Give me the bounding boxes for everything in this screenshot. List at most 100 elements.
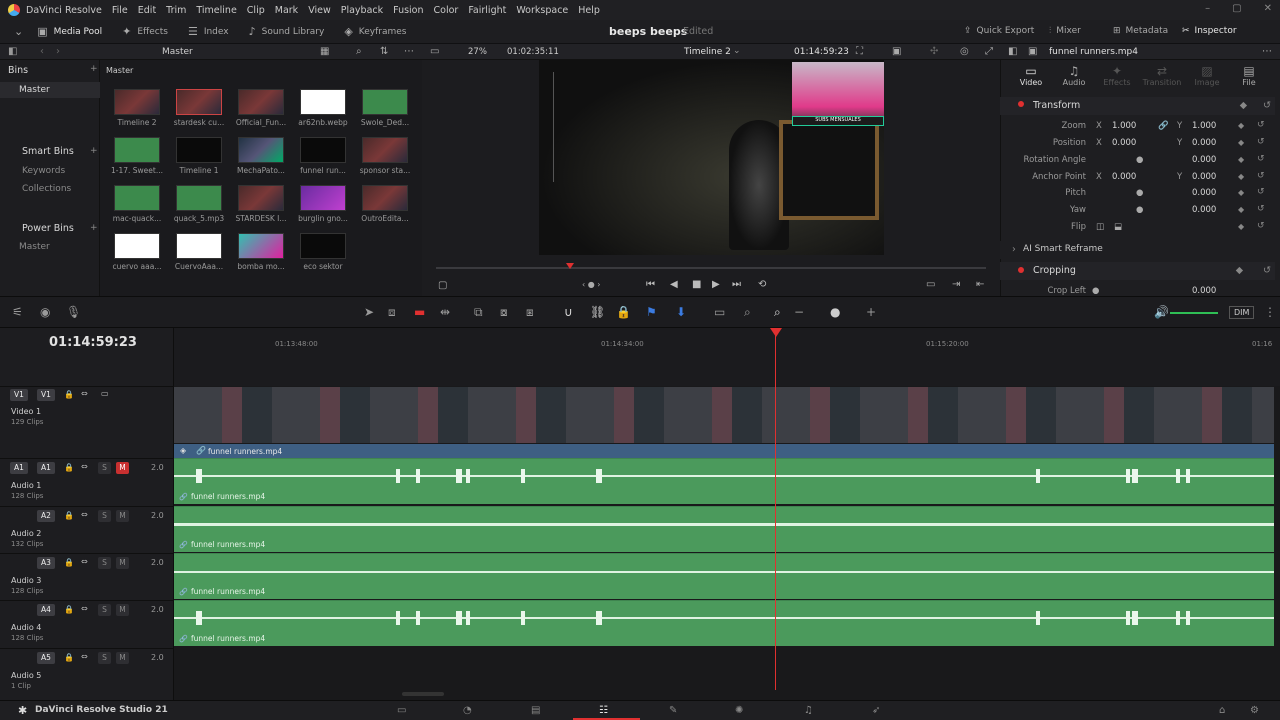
- media-clip[interactable]: OutroEdita...: [354, 185, 416, 223]
- cropping-keyframe-icon[interactable]: ◆: [1236, 265, 1243, 276]
- destination-patch[interactable]: A4: [37, 604, 55, 616]
- cropping-section[interactable]: Cropping ◆ ↺: [1000, 262, 1275, 280]
- media-pool-button[interactable]: ▣ Media Pool: [37, 25, 102, 38]
- smart-bin-collections[interactable]: Collections: [22, 184, 71, 194]
- fusion-page-icon[interactable]: ✎: [669, 705, 677, 716]
- position-x-field[interactable]: 0.000: [1112, 138, 1136, 148]
- tab-effects[interactable]: ✦ Effects: [1095, 64, 1139, 87]
- media-page-icon[interactable]: ▭: [397, 705, 406, 716]
- smart-bin-keywords[interactable]: Keywords: [22, 166, 65, 176]
- media-clip[interactable]: CuervoAaa...: [168, 233, 230, 271]
- anchor-x-field[interactable]: 0.000: [1112, 172, 1136, 182]
- solo-button[interactable]: S: [98, 462, 111, 474]
- sync-page-icon[interactable]: ▤: [531, 705, 540, 716]
- audio-clip[interactable]: funnel runners.mp4 🔗: [174, 458, 1274, 504]
- menu-workspace[interactable]: Workspace: [516, 5, 568, 16]
- edit-page-icon[interactable]: ☷: [599, 705, 608, 716]
- reset-icon[interactable]: ↺: [1257, 221, 1265, 231]
- add-smart-bin-icon[interactable]: +: [90, 146, 98, 156]
- settings-gear-icon[interactable]: ⚙: [1250, 705, 1259, 716]
- lock-icon[interactable]: 🔒: [64, 653, 74, 662]
- voiceover-icon[interactable]: 🎙: [66, 305, 81, 319]
- lock-icon[interactable]: 🔒: [64, 511, 74, 520]
- crop-left-slider[interactable]: ●: [1092, 286, 1099, 296]
- crop-left-field[interactable]: 0.000: [1192, 286, 1216, 296]
- effects-button[interactable]: ✦ Effects: [122, 25, 168, 38]
- output-icon[interactable]: ▣: [892, 46, 901, 57]
- auto-select-icon[interactable]: ⇔: [81, 510, 88, 519]
- add-bin-icon[interactable]: +: [90, 64, 98, 74]
- transform-icon[interactable]: ▢: [438, 280, 447, 291]
- playhead-handle[interactable]: [770, 328, 782, 337]
- volume-icon[interactable]: 🔊: [1154, 305, 1169, 319]
- overlay-icon[interactable]: ✣: [930, 46, 938, 57]
- inspector-button[interactable]: ✂ Inspector: [1182, 26, 1237, 36]
- fullscreen-icon[interactable]: ⤢: [985, 46, 993, 57]
- menu-edit[interactable]: Edit: [138, 5, 156, 16]
- media-clip[interactable]: MechaPato...: [230, 137, 292, 175]
- viewer-layout-icon[interactable]: ▭: [430, 46, 439, 57]
- link-icon[interactable]: 🔗: [1158, 121, 1169, 131]
- loop-icon[interactable]: ⟲: [758, 279, 766, 290]
- quick-export-button[interactable]: ⇪ Quick Export: [964, 26, 1034, 36]
- lock-icon[interactable]: 🔒: [64, 463, 74, 472]
- timeline-ruler[interactable]: 01:13:48:00 01:14:34:00 01:15:20:00 01:1…: [174, 328, 1280, 386]
- skip-end-icon[interactable]: ⏭: [732, 279, 741, 290]
- playhead[interactable]: [775, 331, 776, 690]
- audio-clip[interactable]: funnel runners.mp4 🔗: [174, 553, 1274, 599]
- reset-icon[interactable]: ↺: [1257, 137, 1265, 147]
- video-clip-strip[interactable]: [174, 387, 1274, 443]
- bypass-icon[interactable]: ◎: [960, 46, 969, 57]
- full-extent-zoom-icon[interactable]: ▭: [714, 305, 725, 319]
- sound-library-button[interactable]: ♪ Sound Library: [249, 25, 325, 38]
- pitch-slider[interactable]: ●: [1136, 188, 1143, 198]
- keyframe-diamond-icon[interactable]: ◆: [1240, 100, 1247, 111]
- sort-icon[interactable]: ⇅: [380, 46, 388, 57]
- tab-file[interactable]: ▤ File: [1227, 64, 1271, 87]
- inspector-panel-icon[interactable]: ◧: [1008, 46, 1017, 57]
- skip-start-icon[interactable]: ⏮: [646, 279, 655, 290]
- menu-fairlight[interactable]: Fairlight: [468, 5, 506, 16]
- media-clip[interactable]: ar62nb.webp: [292, 89, 354, 127]
- detail-zoom-icon[interactable]: ⌕: [744, 305, 751, 320]
- jog-icon[interactable]: ‹ ● ›: [582, 280, 600, 289]
- media-clip[interactable]: STARDESK I...: [230, 185, 292, 223]
- rotation-field[interactable]: 0.000: [1192, 155, 1216, 165]
- prev-edit-icon[interactable]: ⇤: [976, 279, 984, 290]
- keyframe-diamond-icon[interactable]: ◆: [1238, 222, 1244, 231]
- solo-button[interactable]: S: [98, 510, 111, 522]
- mute-button[interactable]: M: [116, 510, 129, 522]
- media-clip[interactable]: mac-quack...: [106, 185, 168, 223]
- scrubber-playhead[interactable]: [566, 263, 574, 269]
- cut-page-icon[interactable]: ◔: [463, 705, 472, 716]
- mute-button[interactable]: M: [116, 652, 129, 664]
- minimize-icon[interactable]: –: [1205, 3, 1210, 14]
- fairlight-page-icon[interactable]: ♫: [804, 705, 813, 716]
- tab-video[interactable]: ▭ Video: [1009, 64, 1053, 87]
- media-clip[interactable]: burglin gno...: [292, 185, 354, 223]
- auto-select-icon[interactable]: ⇔: [81, 389, 88, 398]
- media-clip[interactable]: Official_Fun...: [230, 89, 292, 127]
- tab-image[interactable]: ▨ Image: [1185, 64, 1229, 87]
- maximize-icon[interactable]: ▢: [1232, 3, 1241, 14]
- play-reverse-icon[interactable]: ◀: [670, 279, 678, 290]
- power-bin-master[interactable]: Master: [19, 242, 50, 252]
- menu-playback[interactable]: Playback: [341, 5, 383, 16]
- menu-file[interactable]: File: [112, 5, 128, 16]
- v1-destination-patch[interactable]: V1: [37, 389, 55, 401]
- media-clip[interactable]: 1-17. Sweet...: [106, 137, 168, 175]
- media-clip[interactable]: stardesk cu...: [168, 89, 230, 127]
- home-icon[interactable]: ⌂: [1219, 705, 1225, 716]
- enable-dot-icon[interactable]: [1018, 101, 1024, 107]
- menu-timeline[interactable]: Timeline: [196, 5, 236, 16]
- menu-fusion[interactable]: Fusion: [393, 5, 423, 16]
- overwrite-clip-icon[interactable]: ⧇: [500, 305, 508, 320]
- stop-icon[interactable]: ■: [692, 279, 701, 290]
- cropping-enable-dot-icon[interactable]: [1018, 267, 1024, 273]
- menu-color[interactable]: Color: [434, 5, 459, 16]
- track-visibility-icon[interactable]: ▭: [101, 389, 109, 398]
- media-clip[interactable]: sponsor sta...: [354, 137, 416, 175]
- mute-button[interactable]: M: [116, 604, 129, 616]
- media-clip[interactable]: Swole_Ded...: [354, 89, 416, 127]
- reset-icon[interactable]: ↺: [1257, 171, 1265, 181]
